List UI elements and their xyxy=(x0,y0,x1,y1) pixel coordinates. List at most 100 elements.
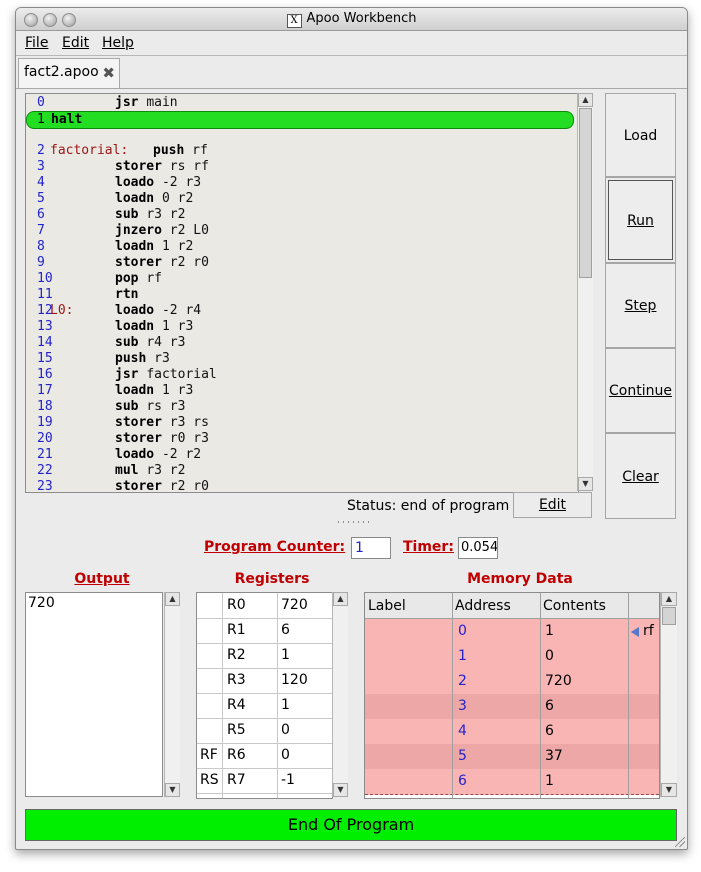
scroll-down-icon[interactable]: ▼ xyxy=(661,783,677,797)
code-line[interactable]: 8 loadn 1 r2 xyxy=(26,239,574,255)
code-line[interactable]: 6 sub r3 r2 xyxy=(26,207,574,223)
scroll-up-icon[interactable]: ▲ xyxy=(661,592,677,606)
line-number: 7 xyxy=(37,223,45,238)
code-line[interactable]: 3 storer rs rf xyxy=(26,159,574,175)
instruction: storer rs rf xyxy=(115,159,209,175)
instruction: sub rs r3 xyxy=(115,399,185,415)
memory-row[interactable]: 10 xyxy=(365,644,659,670)
opcode: storer xyxy=(115,431,162,446)
edit-button[interactable]: Edit xyxy=(513,492,592,518)
program-counter-field[interactable]: 1 xyxy=(351,537,391,559)
scroll-up-icon[interactable]: ▲ xyxy=(165,592,180,606)
current-code-line[interactable]: 1 halt xyxy=(26,111,574,129)
code-line[interactable]: 14 sub r4 r3 xyxy=(26,335,574,351)
menu-help[interactable]: Help xyxy=(102,35,134,51)
code-line[interactable]: 5 loadn 0 r2 xyxy=(26,191,574,207)
instruction: jsr main xyxy=(115,95,178,111)
code-line[interactable]: 22 mul r3 r2 xyxy=(26,463,574,479)
column-header-label[interactable]: Label xyxy=(368,598,406,614)
register-row[interactable]: R3 120 xyxy=(197,668,332,694)
operands: main xyxy=(146,95,178,110)
instruction: loadn 1 r3 xyxy=(115,383,193,399)
scroll-down-icon[interactable]: ▼ xyxy=(578,477,593,491)
resize-grip-icon[interactable] xyxy=(675,837,685,847)
instruction: jsr factorial xyxy=(115,367,217,383)
memory-scrollbar[interactable]: ▲ ▼ xyxy=(660,592,677,797)
memory-row[interactable]: 5 37 xyxy=(365,744,659,770)
output-scrollbar[interactable]: ▲ ▼ xyxy=(164,592,180,797)
instruction: loado -2 r3 xyxy=(115,175,201,191)
memory-row[interactable]: 61 xyxy=(365,769,659,795)
line-number: 21 xyxy=(37,447,53,462)
scroll-down-icon[interactable]: ▼ xyxy=(165,783,180,797)
code-line[interactable]: 0 jsr main xyxy=(26,95,574,111)
code-line[interactable]: 2 factorial: push rf xyxy=(26,143,574,159)
registers-scrollbar[interactable]: ▲ ▼ xyxy=(332,592,348,797)
register-row[interactable]: R5 0 xyxy=(197,718,332,744)
line-number: 0 xyxy=(37,95,45,110)
code-line[interactable]: 12 L0: loado -2 r4 xyxy=(26,303,574,319)
load-button[interactable]: Load xyxy=(605,93,676,177)
menu-edit[interactable]: Edit xyxy=(62,35,89,51)
memory-address: 3 xyxy=(458,698,467,714)
code-line[interactable]: 4 loado -2 r3 xyxy=(26,175,574,191)
instruction: sub r3 r2 xyxy=(115,207,185,223)
code-line[interactable]: 9 storer r2 r0 xyxy=(26,255,574,271)
continue-button[interactable]: Continue xyxy=(605,348,676,433)
code-line[interactable]: 13 loadn 1 r3 xyxy=(26,319,574,335)
memory-address: 6 xyxy=(458,773,467,789)
register-row[interactable]: R0 720 xyxy=(197,593,332,619)
scroll-up-icon[interactable]: ▲ xyxy=(578,93,593,107)
pane-resize-grip[interactable]: ˙˙˙˙˙˙˙ xyxy=(336,521,371,532)
register-row[interactable]: RS R7 -1 xyxy=(197,768,332,794)
memory-row[interactable]: 46 xyxy=(365,719,659,745)
operands: factorial xyxy=(146,367,217,382)
code-line[interactable]: 20 storer r0 r3 xyxy=(26,431,574,447)
code-line[interactable]: 19 storer r3 rs xyxy=(26,415,574,431)
window-title: X Apoo Workbench xyxy=(16,11,687,28)
code-editor[interactable]: 0 jsr main 1 halt 2 factorial: push rf 3 storer … xyxy=(25,93,579,493)
memory-address: 2 xyxy=(458,673,467,689)
clear-button[interactable]: Clear xyxy=(605,433,676,519)
register-row[interactable]: R4 1 xyxy=(197,693,332,719)
column-header-address[interactable]: Address xyxy=(455,598,511,614)
opcode: loado xyxy=(115,447,155,462)
scroll-up-icon[interactable]: ▲ xyxy=(333,592,348,606)
instruction: mul r3 r2 xyxy=(115,463,185,479)
code-line[interactable]: 10 pop rf xyxy=(26,271,574,287)
register-row[interactable]: R1 6 xyxy=(197,618,332,644)
register-name: R6 xyxy=(227,747,246,763)
timer-field[interactable]: 0.054 xyxy=(458,537,498,559)
memory-row[interactable]: 0 1 rf xyxy=(365,619,659,645)
memory-row[interactable]: 36 xyxy=(365,694,659,720)
code-line[interactable]: 16 jsr factorial xyxy=(26,367,574,383)
memory-row[interactable]: 2 720 xyxy=(365,669,659,695)
instruction: jnzero r2 L0 xyxy=(115,223,209,239)
operands: 1 r3 xyxy=(161,319,194,334)
code-line[interactable]: 7 jnzero r2 L0 xyxy=(26,223,574,239)
close-tab-icon[interactable]: ✖ xyxy=(102,64,115,82)
code-line[interactable]: 21 loado -2 r2 xyxy=(26,447,574,463)
instruction: storer r3 rs xyxy=(115,415,209,431)
register-name: R3 xyxy=(227,672,246,688)
code-line[interactable]: 11 rtn xyxy=(26,287,574,303)
code-line[interactable]: 18 sub rs r3 xyxy=(26,399,574,415)
column-header-contents[interactable]: Contents xyxy=(543,598,606,614)
code-scrollbar[interactable]: ▲ ▼ xyxy=(577,93,593,491)
code-line[interactable]: 17 loadn 1 r3 xyxy=(26,383,574,399)
step-button[interactable]: Step xyxy=(605,263,676,348)
output-area[interactable]: 720 xyxy=(25,592,163,797)
register-name: R1 xyxy=(227,622,246,638)
run-button[interactable]: Run xyxy=(605,177,676,263)
register-row[interactable]: RF R6 0 xyxy=(197,743,332,769)
scroll-down-icon[interactable]: ▼ xyxy=(333,783,348,797)
menu-file[interactable]: File xyxy=(25,35,48,51)
scroll-thumb[interactable] xyxy=(579,108,592,278)
register-row[interactable]: R2 1 xyxy=(197,643,332,669)
memory-contents: 1 xyxy=(545,623,554,639)
code-line[interactable]: 23 storer r2 r0 xyxy=(26,479,574,492)
scroll-thumb[interactable] xyxy=(662,607,676,625)
line-number: 9 xyxy=(37,255,45,270)
code-line[interactable]: 15 push r3 xyxy=(26,351,574,367)
tab-fact2[interactable]: fact2.apoo ✖ xyxy=(18,58,120,88)
